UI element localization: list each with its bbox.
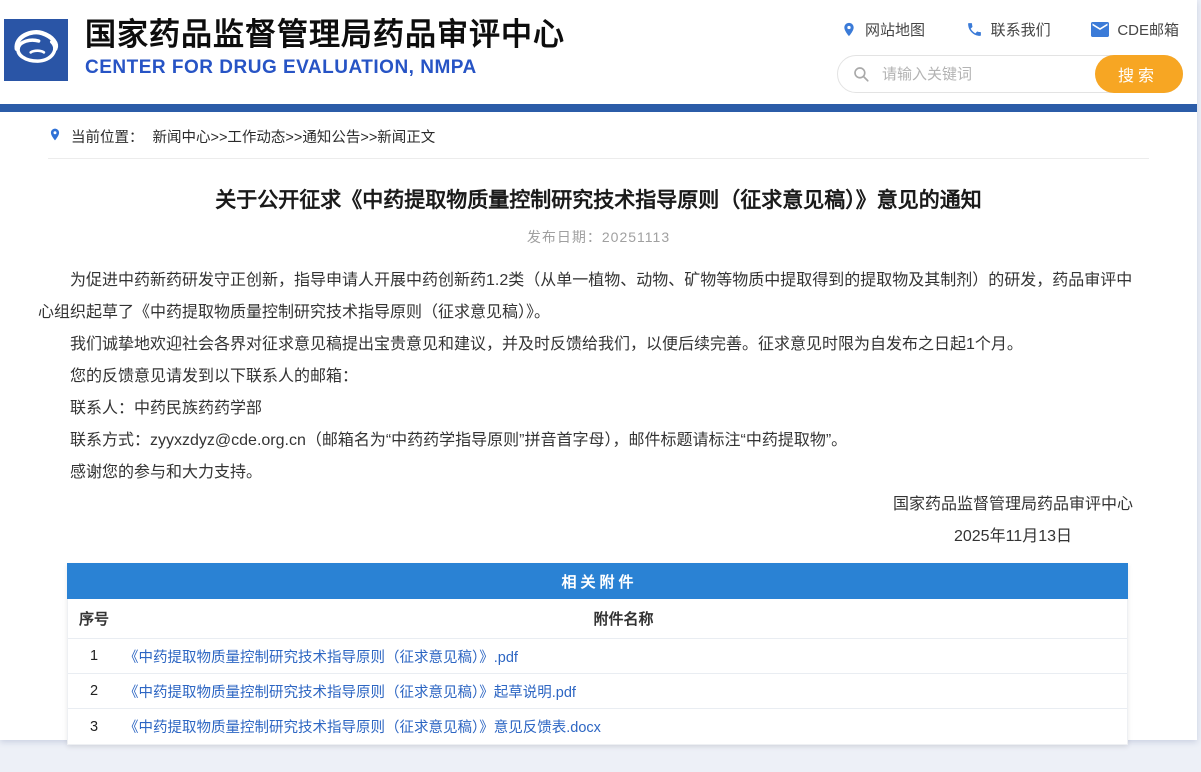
map-pin-icon	[841, 21, 857, 38]
attachment-link[interactable]: 《中药提取物质量控制研究技术指导原则（征求意见稿）》起草说明.pdf	[120, 681, 576, 702]
org-name-cn: 国家药品监督管理局药品审评中心	[85, 18, 565, 52]
nav-link-mailbox-label: CDE邮箱	[1117, 19, 1179, 40]
header-right: 网站地图 联系我们 CDE邮箱	[837, 16, 1183, 93]
attachment-no: 3	[68, 719, 120, 735]
header-divider-bar	[0, 104, 1197, 112]
mail-icon	[1091, 22, 1109, 37]
article-paragraph: 感谢您的参与和大力支持。	[38, 457, 1145, 489]
site-titles: 国家药品监督管理局药品审评中心 CENTER FOR DRUG EVALUATI…	[85, 18, 565, 79]
article-paragraph: 联系方式：zyyxzdyz@cde.org.cn（邮箱名为“中药药学指导原则”拼…	[38, 425, 1145, 457]
attachments-column-headers: 序号 附件名称	[68, 599, 1127, 639]
publish-date: 发布日期：20251113	[0, 227, 1197, 247]
attachments-table: 相关附件 序号 附件名称 1 《中药提取物质量控制研究技术指导原则（征求意见稿）…	[67, 563, 1128, 745]
top-links: 网站地图 联系我们 CDE邮箱	[837, 16, 1183, 42]
article-title: 关于公开征求《中药提取物质量控制研究技术指导原则（征求意见稿）》意见的通知	[60, 187, 1137, 214]
signature-org: 国家药品监督管理局药品审评中心	[893, 489, 1133, 521]
nav-link-mailbox[interactable]: CDE邮箱	[1091, 19, 1179, 40]
site-header: 国家药品监督管理局药品审评中心 CENTER FOR DRUG EVALUATI…	[0, 0, 1197, 104]
article-paragraph: 我们诚挚地欢迎社会各界对征求意见稿提出宝贵意见和建议，并及时反馈给我们，以便后续…	[38, 329, 1145, 361]
attachments-title-bar: 相关附件	[67, 563, 1128, 599]
attachment-row: 3 《中药提取物质量控制研究技术指导原则（征求意见稿）》意见反馈表.docx	[68, 709, 1127, 744]
breadcrumb-prefix: 当前位置：	[71, 126, 144, 147]
article-paragraph: 为促进中药新药研发守正创新，指导申请人开展中药创新药1.2类（从单一植物、动物、…	[38, 265, 1145, 329]
search-button[interactable]: 搜索	[1095, 55, 1183, 93]
column-header-name: 附件名称	[120, 608, 1127, 629]
article: 关于公开征求《中药提取物质量控制研究技术指导原则（征求意见稿）》意见的通知 发布…	[0, 187, 1197, 745]
column-header-no: 序号	[68, 608, 120, 629]
page: 国家药品监督管理局药品审评中心 CENTER FOR DRUG EVALUATI…	[0, 0, 1197, 740]
signature-block: 国家药品监督管理局药品审评中心 2025年11月13日	[0, 489, 1133, 553]
cde-logo-icon	[7, 20, 65, 81]
cde-logo	[4, 19, 68, 81]
article-paragraph: 您的反馈意见请发到以下联系人的邮箱：	[38, 361, 1145, 393]
attachment-row: 1 《中药提取物质量控制研究技术指导原则（征求意见稿）》.pdf	[68, 639, 1127, 674]
attachment-row: 2 《中药提取物质量控制研究技术指导原则（征求意见稿）》起草说明.pdf	[68, 674, 1127, 709]
article-body: 为促进中药新药研发守正创新，指导申请人开展中药创新药1.2类（从单一植物、动物、…	[38, 265, 1145, 489]
nav-link-sitemap[interactable]: 网站地图	[841, 19, 925, 40]
attachment-no: 1	[68, 648, 120, 664]
nav-link-sitemap-label: 网站地图	[865, 19, 925, 40]
article-paragraph: 联系人：中药民族药药学部	[38, 393, 1145, 425]
nav-link-contact-label: 联系我们	[991, 19, 1051, 40]
breadcrumb: 当前位置： 新闻中心>>工作动态>>通知公告>>新闻正文	[48, 126, 1149, 159]
attachment-no: 2	[68, 683, 120, 699]
attachment-link[interactable]: 《中药提取物质量控制研究技术指导原则（征求意见稿）》意见反馈表.docx	[120, 716, 601, 737]
org-name-en: CENTER FOR DRUG EVALUATION, NMPA	[85, 57, 565, 79]
search-icon	[852, 65, 870, 88]
phone-icon	[966, 21, 983, 38]
attachments-body: 序号 附件名称 1 《中药提取物质量控制研究技术指导原则（征求意见稿）》.pdf…	[67, 599, 1128, 745]
nav-link-contact[interactable]: 联系我们	[966, 19, 1051, 40]
attachment-link[interactable]: 《中药提取物质量控制研究技术指导原则（征求意见稿）》.pdf	[120, 646, 518, 667]
breadcrumb-path[interactable]: 新闻中心>>工作动态>>通知公告>>新闻正文	[153, 126, 436, 147]
search-bar: 搜索	[837, 55, 1183, 93]
location-pin-icon	[48, 126, 62, 147]
signature-date: 2025年11月13日	[893, 521, 1133, 553]
